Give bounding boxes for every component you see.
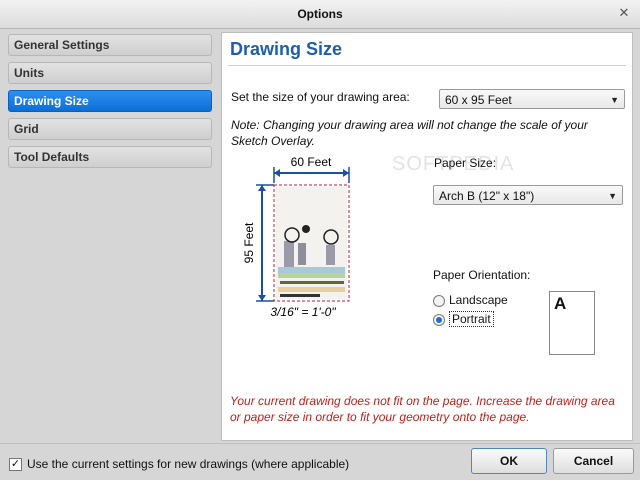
arrow-up-icon [258, 185, 266, 191]
title-bar: Options ✕ [0, 0, 640, 29]
scale-note: Note: Changing your drawing area will no… [231, 118, 588, 148]
divider [228, 65, 626, 66]
drawing-area-diagram: 60 Feet 95 Feet 3/16" = 1'-0" [242, 155, 350, 319]
paper-orientation-label: Paper Orientation: [433, 268, 531, 282]
use-current-settings-label: Use the current settings for new drawing… [27, 457, 350, 471]
landscape-label: Landscape [449, 293, 508, 307]
cancel-button[interactable]: Cancel [553, 448, 634, 474]
sidebar-item-tool-defaults[interactable]: Tool Defaults [8, 146, 212, 168]
use-current-settings-checkbox[interactable]: ✓ [9, 458, 22, 472]
paper-size-label: Paper Size: [434, 156, 497, 170]
height-dimension-label: 95 Feet [242, 222, 256, 263]
use-current-settings-option[interactable]: ✓ Use the current settings for new drawin… [9, 456, 349, 472]
preview-letter: A [554, 294, 567, 313]
sidebar-item-general-settings[interactable]: General Settings [8, 34, 212, 56]
sidebar-nav: General Settings Units Drawing Size Grid… [8, 34, 212, 174]
sidebar-item-drawing-size[interactable]: Drawing Size [8, 90, 212, 112]
sidebar-item-grid[interactable]: Grid [8, 118, 212, 140]
arrow-left-icon [274, 169, 280, 177]
settings-panel: SOFTPEDIA Drawing Size Set the size of y… [221, 32, 633, 441]
paper-size-value: Arch B (12" x 18") [439, 189, 535, 203]
footer-divider [0, 443, 640, 444]
arrow-down-icon [258, 295, 266, 301]
sidebar-item-units[interactable]: Units [8, 62, 212, 84]
landscape-option[interactable]: Landscape [433, 291, 508, 309]
ok-button[interactable]: OK [471, 448, 547, 474]
portrait-option[interactable]: Portrait [433, 310, 494, 328]
fit-warning-message: Your current drawing does not fit on the… [230, 394, 615, 424]
landscape-radio[interactable] [433, 294, 445, 307]
sketch-thumbnail [276, 187, 347, 299]
arrow-right-icon [343, 169, 349, 177]
orientation-preview: A [549, 291, 595, 355]
drawing-size-value: 60 x 95 Feet [445, 93, 512, 107]
close-icon[interactable]: ✕ [616, 5, 632, 21]
chevron-down-icon: ▼ [610, 95, 619, 105]
scale-label: 3/16" = 1'-0" [270, 305, 336, 319]
chevron-down-icon: ▼ [608, 191, 617, 201]
drawing-size-label: Set the size of your drawing area: [231, 90, 410, 104]
window-title: Options [297, 7, 343, 21]
paper-size-select[interactable]: Arch B (12" x 18") ▼ [433, 185, 623, 205]
width-dimension-label: 60 Feet [291, 155, 332, 169]
drawing-size-select[interactable]: 60 x 95 Feet ▼ [439, 89, 625, 109]
portrait-label: Portrait [449, 311, 494, 327]
page-title: Drawing Size [230, 39, 343, 59]
portrait-radio[interactable] [433, 313, 445, 326]
